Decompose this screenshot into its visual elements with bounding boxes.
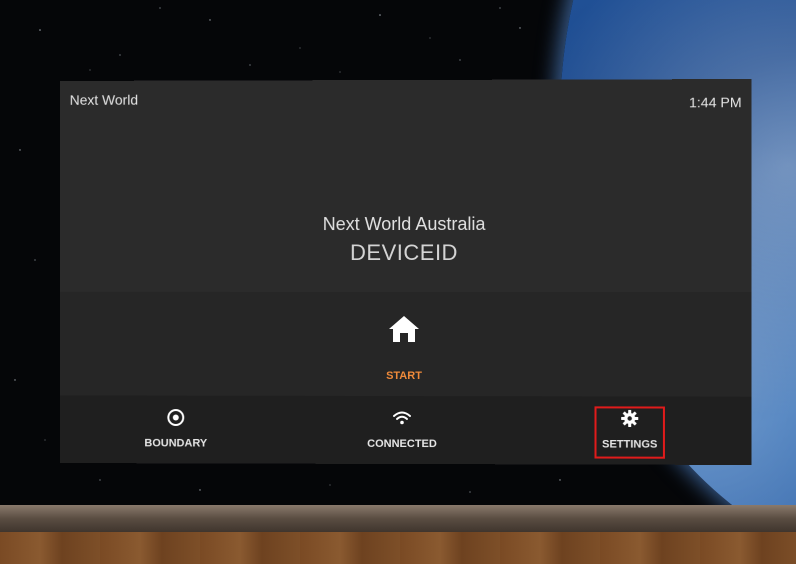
launcher-panel: Next World 1:44 PM Next World Australia …	[59, 79, 752, 465]
start-area: START	[59, 291, 752, 397]
bottom-nav: BOUNDARY CONNECTED SETTINGS	[59, 395, 752, 465]
clock: 1:44 PM	[688, 94, 742, 111]
target-icon	[166, 408, 186, 428]
info-area: Next World 1:44 PM Next World Australia …	[59, 79, 752, 293]
device-id: DEVICEID	[350, 239, 458, 266]
boundary-button[interactable]: BOUNDARY	[116, 401, 235, 457]
wifi-icon	[393, 411, 411, 425]
organization-name: Next World Australia	[322, 213, 486, 235]
boundary-label: BOUNDARY	[144, 437, 208, 450]
settings-highlight-box	[594, 406, 665, 459]
connected-label: CONNECTED	[367, 437, 437, 451]
start-label: START	[386, 369, 422, 383]
home-icon	[389, 316, 419, 343]
app-name: Next World	[69, 91, 139, 108]
connected-button[interactable]: CONNECTED	[342, 402, 462, 458]
floor-rail	[0, 505, 796, 535]
wooden-floor	[0, 532, 796, 564]
start-button[interactable]: START	[354, 306, 454, 386]
